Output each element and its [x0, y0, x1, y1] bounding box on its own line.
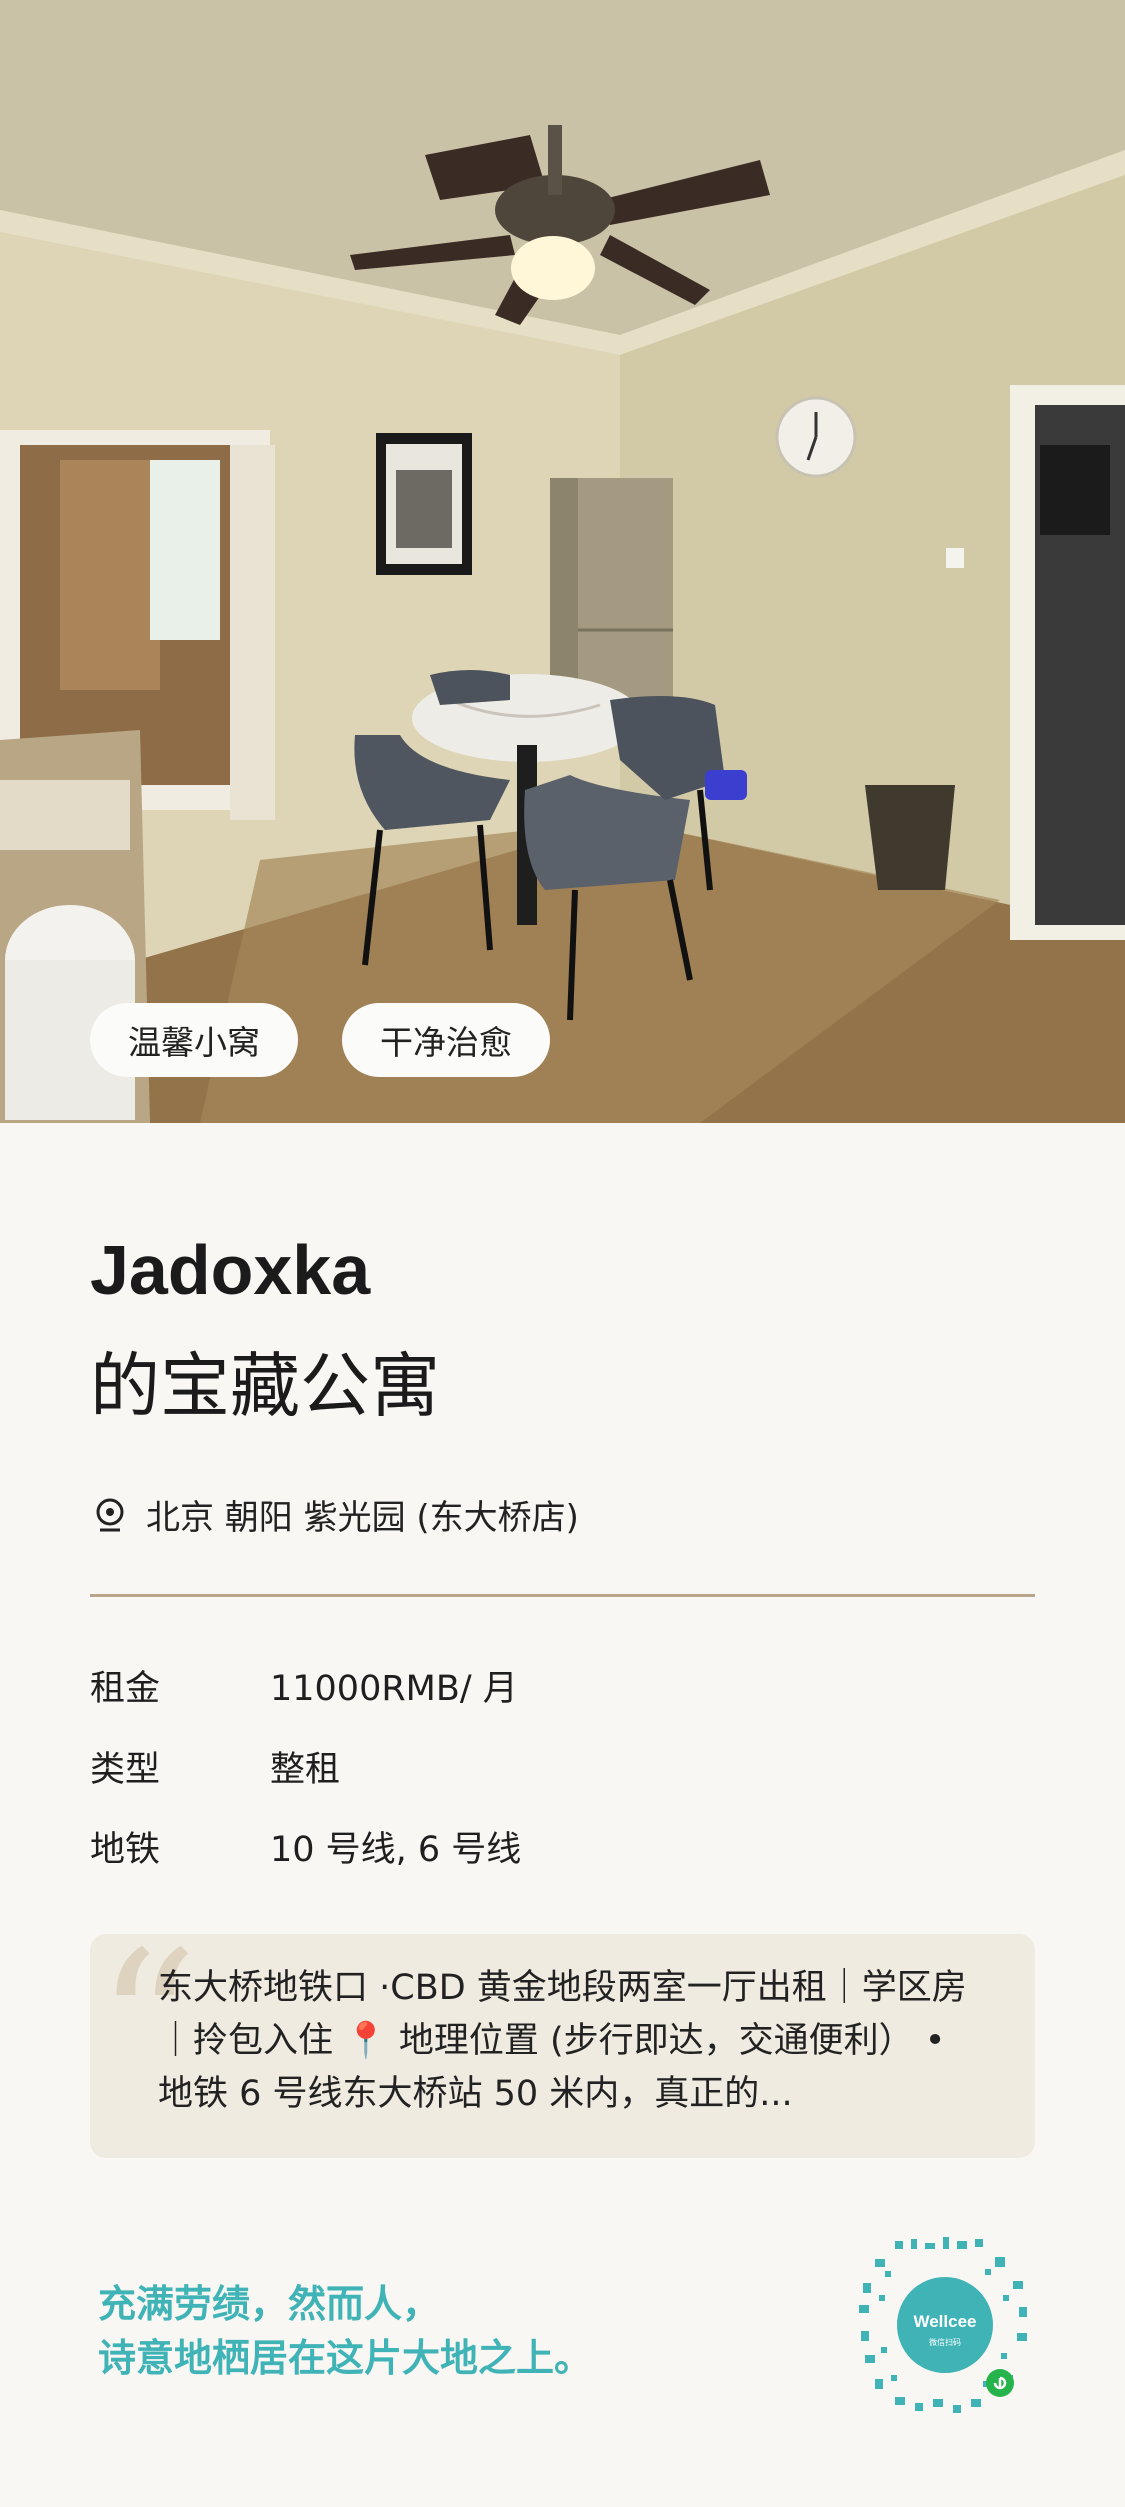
qr-sub-label: 微信扫码	[929, 2337, 961, 2347]
detail-value: 11000RMB/ 月	[270, 1669, 518, 1709]
detail-label: 租金	[90, 1669, 161, 1709]
divider	[90, 1594, 1035, 1597]
tag-cozy[interactable]: 温馨小窝	[90, 1003, 298, 1077]
room-photo-illustration	[0, 0, 1125, 1123]
detail-row-rent: 租金 11000RMB/ 月	[90, 1660, 518, 1711]
slogan-line: 诗意地栖居在这片大地之上。	[98, 2335, 593, 2380]
location-row[interactable]: 北京 朝阳 紫光园 (东大桥店)	[90, 1490, 579, 1539]
location-text: 北京 朝阳 紫光园 (东大桥店)	[146, 1498, 579, 1538]
mini-program-qr-code[interactable]: Wellcee 微信扫码	[855, 2235, 1035, 2415]
detail-row-type: 类型 整租	[90, 1741, 340, 1792]
tag-label: 干净治愈	[380, 1023, 512, 1062]
listing-photo[interactable]: 温馨小窝 干净治愈	[0, 0, 1125, 1123]
description-card[interactable]: “ 东大桥地铁口 ·CBD 黄金地段两室一厅出租｜学区房｜拎包入住 📍 地理位置…	[90, 1934, 1035, 2158]
tag-clean[interactable]: 干净治愈	[342, 1003, 550, 1077]
detail-row-subway: 地铁 10 号线, 6 号线	[90, 1821, 521, 1872]
owner-name: Jadoxka	[90, 1231, 371, 1309]
detail-value: 整租	[270, 1750, 341, 1790]
detail-label: 类型	[90, 1750, 161, 1790]
location-pin-icon	[90, 1495, 130, 1535]
detail-value: 10 号线, 6 号线	[270, 1830, 522, 1870]
slogan: 充满劳绩，然而人， 诗意地栖居在这片大地之上。	[98, 2277, 592, 2385]
qr-brand-label: Wellcee	[913, 2312, 976, 2331]
listing-title: 的宝藏公寓	[90, 1345, 440, 1427]
tag-label: 温馨小窝	[128, 1023, 260, 1062]
description-text: 东大桥地铁口 ·CBD 黄金地段两室一厅出租｜学区房｜拎包入住 📍 地理位置 (…	[158, 1968, 967, 2114]
detail-label: 地铁	[90, 1830, 161, 1870]
slogan-line: 充满劳绩，然而人，	[98, 2281, 441, 2326]
